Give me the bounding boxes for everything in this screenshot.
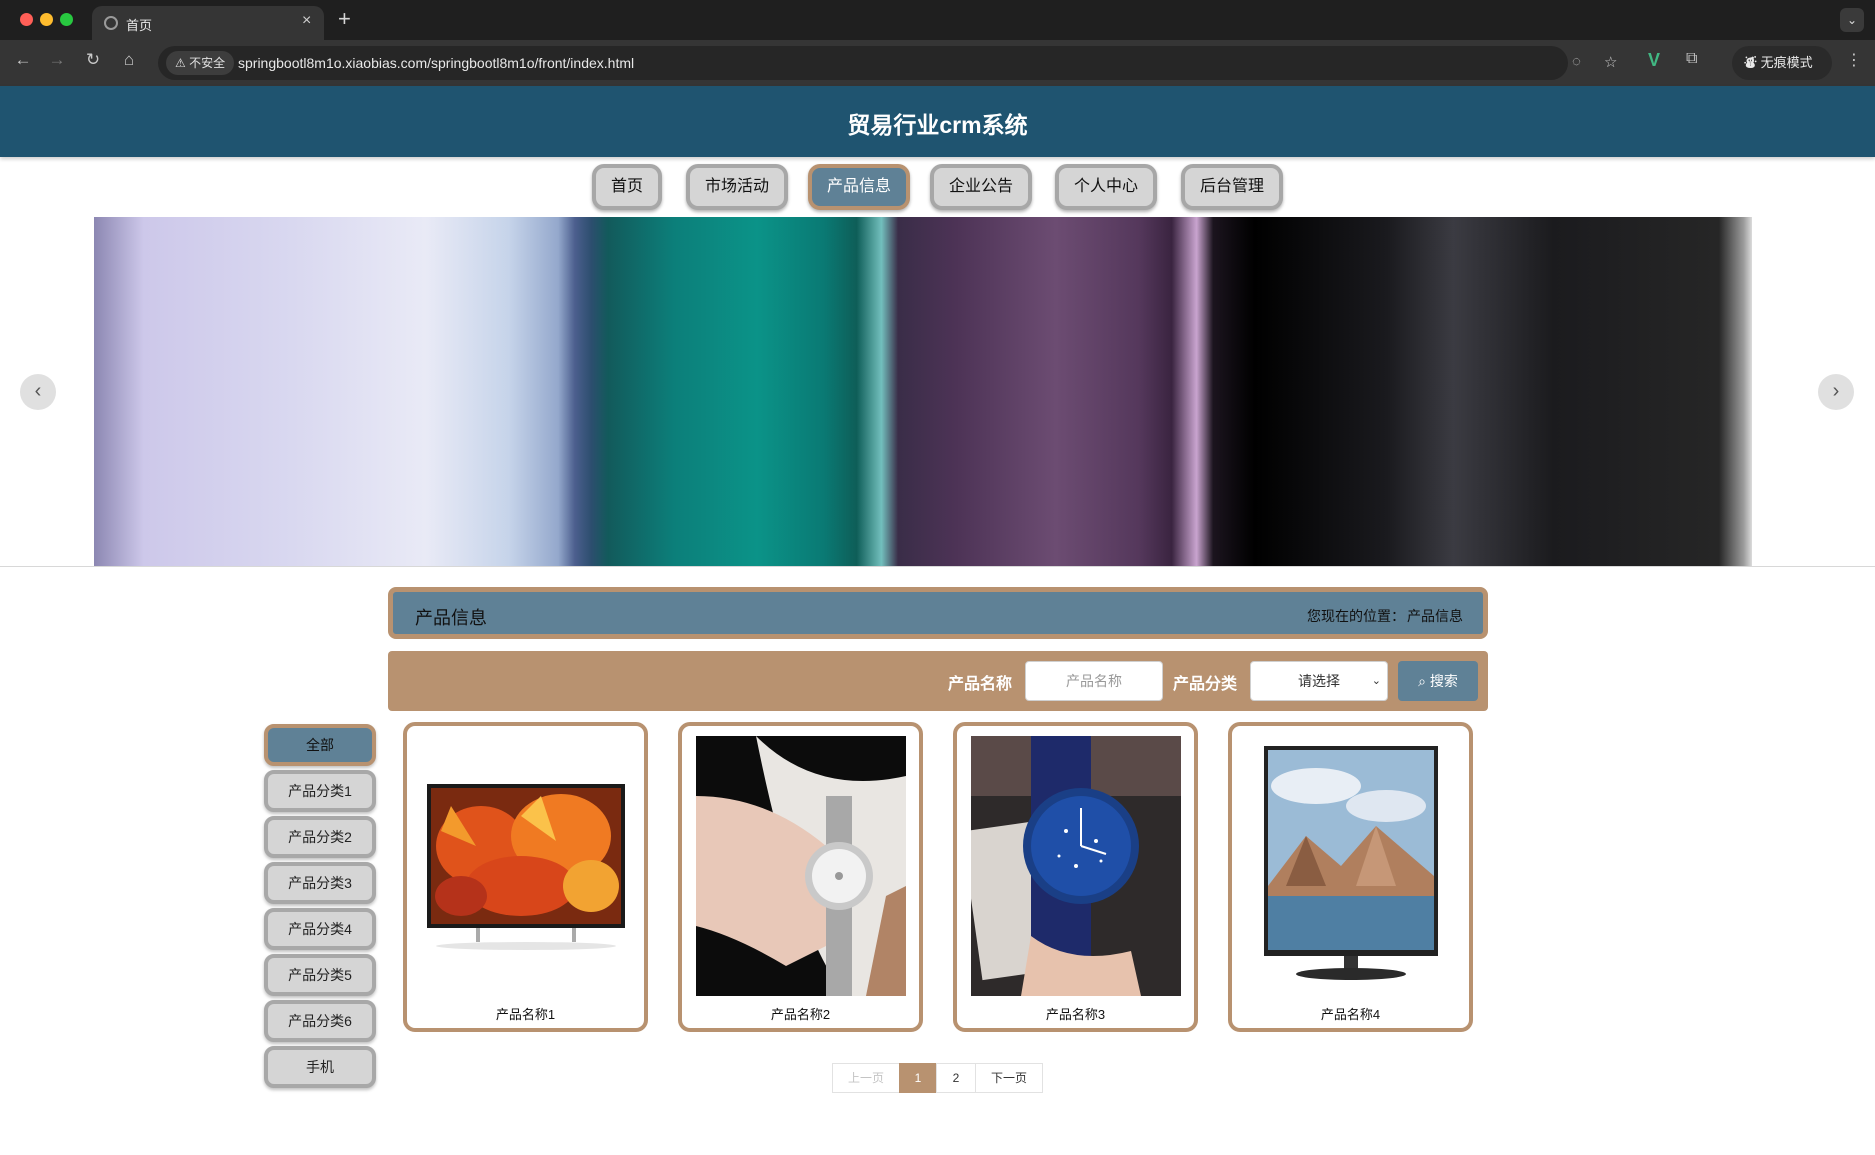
more-menu-icon[interactable]: ⋮ (1846, 50, 1862, 70)
product-name[interactable]: 产品名称3 (957, 1004, 1194, 1023)
tab-search-chevron-icon[interactable]: ⌄ (1840, 8, 1864, 32)
chevron-down-icon: ⌄ (1371, 675, 1381, 687)
menu-item-admin[interactable]: 后台管理 (1181, 164, 1283, 210)
category-item[interactable]: 产品分类5 (264, 954, 376, 996)
product-card[interactable]: 产品名称3 (953, 722, 1198, 1032)
section-title: 产品信息 (415, 608, 487, 628)
tab-title: 首页 (126, 18, 153, 33)
tab-close-icon[interactable]: × (302, 12, 311, 30)
breadcrumb-location: 您现在的位置： 产品信息 (1307, 608, 1463, 624)
browser-toolbar: ← → ↻ ⌂ ⚠ 不安全 springbootl8m1o.xiaobias.c… (0, 40, 1875, 86)
product-image-monitor[interactable] (1246, 736, 1456, 996)
pagination-page-1[interactable]: 1 (899, 1063, 937, 1093)
window-close-button[interactable] (20, 13, 33, 26)
breadcrumb-current[interactable]: 产品信息 (1407, 608, 1463, 624)
main-menu: 首页 市场活动 产品信息 企业公告 个人中心 后台管理 (0, 162, 1875, 212)
address-bar[interactable]: ⚠ 不安全 springbootl8m1o.xiaobias.com/sprin… (158, 46, 1617, 80)
product-name[interactable]: 产品名称2 (682, 1004, 919, 1023)
product-image-watch[interactable] (696, 736, 906, 996)
banner-carousel-image (94, 217, 1752, 567)
extensions-icon[interactable]: ⧉ (1686, 50, 1697, 68)
menu-item-personal-center[interactable]: 个人中心 (1055, 164, 1157, 210)
incognito-icon: ⛇ (1744, 55, 1761, 70)
new-tab-icon[interactable]: + (338, 6, 351, 32)
browser-tab-bar: 首页 × + ⌄ (0, 0, 1875, 40)
menu-item-announcements[interactable]: 企业公告 (930, 164, 1032, 210)
category-item[interactable]: 产品分类2 (264, 816, 376, 858)
site-title: 贸易行业crm系统 (847, 112, 1028, 138)
carousel-next-icon[interactable]: › (1818, 374, 1854, 410)
product-card[interactable]: 产品名称4 (1228, 722, 1473, 1032)
product-image-tv[interactable] (421, 736, 631, 996)
product-image-blue-watch[interactable] (971, 736, 1181, 996)
category-item-phone[interactable]: 手机 (264, 1046, 376, 1088)
insecure-badge[interactable]: ⚠ 不安全 (166, 51, 235, 75)
pagination-page-2[interactable]: 2 (936, 1063, 976, 1093)
product-name[interactable]: 产品名称1 (407, 1004, 644, 1023)
banner-divider (0, 566, 1875, 567)
product-category-label: 产品分类 (1173, 676, 1238, 693)
product-name[interactable]: 产品名称4 (1232, 1004, 1469, 1023)
product-name-label: 产品名称 (948, 676, 1013, 693)
site-header: 贸易行业crm系统 (0, 86, 1875, 157)
vue-devtools-icon[interactable]: V (1648, 50, 1660, 71)
home-icon[interactable]: ⌂ (116, 50, 142, 70)
category-all[interactable]: 全部 (264, 724, 376, 766)
bookmark-star-icon[interactable]: ☆ (1604, 53, 1617, 71)
window-minimize-button[interactable] (40, 13, 53, 26)
menu-item-home[interactable]: 首页 (592, 164, 662, 210)
pagination-prev-button[interactable]: 上一页 (832, 1063, 900, 1093)
url-text[interactable]: springbootl8m1o.xiaobias.com/springbootl… (238, 55, 634, 71)
search-button[interactable]: ⌕ 搜索 (1398, 661, 1478, 701)
eye-off-icon[interactable]: ◌ (1572, 53, 1581, 70)
window-maximize-button[interactable] (60, 13, 73, 26)
product-name-input[interactable] (1025, 661, 1163, 701)
menu-item-market-activity[interactable]: 市场活动 (686, 164, 788, 210)
category-item[interactable]: 产品分类4 (264, 908, 376, 950)
forward-icon[interactable]: → (44, 50, 70, 70)
globe-icon (104, 16, 118, 30)
breadcrumb: 产品信息 您现在的位置： 产品信息 (388, 587, 1488, 639)
browser-tab[interactable]: 首页 × (92, 6, 324, 40)
category-item[interactable]: 产品分类3 (264, 862, 376, 904)
search-icon: ⌕ (1418, 673, 1426, 689)
category-item[interactable]: 产品分类6 (264, 1000, 376, 1042)
menu-item-product-info[interactable]: 产品信息 (808, 164, 910, 210)
category-item[interactable]: 产品分类1 (264, 770, 376, 812)
product-card[interactable]: 产品名称1 (403, 722, 648, 1032)
reload-icon[interactable]: ↻ (80, 50, 106, 70)
search-bar: 产品名称 产品分类 请选择 ⌄ ⌕ 搜索 (388, 651, 1488, 711)
product-category-select[interactable]: 请选择 ⌄ (1250, 661, 1388, 701)
product-card[interactable]: 产品名称2 (678, 722, 923, 1032)
incognito-badge[interactable]: ⛇ 无痕模式 (1732, 46, 1832, 80)
back-icon[interactable]: ← (10, 50, 36, 70)
pagination-next-button[interactable]: 下一页 (975, 1063, 1043, 1093)
carousel-prev-icon[interactable]: ‹ (20, 374, 56, 410)
